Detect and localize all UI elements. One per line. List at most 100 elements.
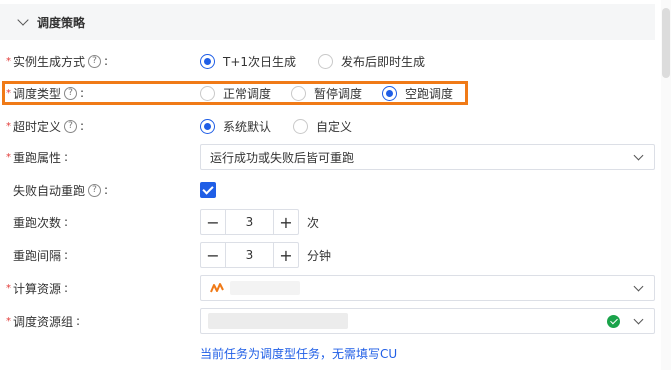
colon: : — [64, 215, 69, 229]
auto-rerun-label: 失败自动重跑 ? : — [6, 182, 108, 199]
required-mark: * — [6, 87, 11, 99]
help-icon[interactable]: ? — [64, 86, 78, 100]
cu-note: 当前任务为调度型任务，无需填写CU — [200, 347, 398, 361]
plus-button[interactable]: + — [274, 243, 298, 267]
auto-rerun-control — [200, 182, 216, 198]
colon: : — [64, 150, 69, 164]
colon: : — [64, 248, 69, 262]
radio-system-default[interactable]: 系统默认 — [200, 118, 271, 135]
resource-group-label: * 调度资源组 : — [6, 313, 80, 330]
unit-label: 分钟 — [307, 248, 332, 263]
section-header[interactable]: 调度策略 — [0, 4, 655, 40]
compute-row: * 计算资源 : — [0, 275, 655, 301]
required-mark: * — [6, 315, 11, 327]
minus-button[interactable]: − — [201, 210, 225, 234]
plus-button[interactable]: + — [274, 210, 298, 234]
chevron-down-icon[interactable] — [17, 14, 29, 26]
radio-checked-icon[interactable] — [200, 53, 215, 69]
select-value: 运行成功或失败后皆可重跑 — [210, 150, 355, 165]
scrollbar[interactable] — [661, 0, 671, 370]
rerun-count-control: − 3 + 次 — [200, 209, 319, 235]
rerun-interval-row: 重跑间隔 : − 3 + 分钟 — [0, 242, 655, 268]
timeout-radio-group: 系统默认 自定义 — [200, 118, 374, 135]
radio-unchecked-icon[interactable] — [200, 85, 215, 101]
rerun-interval-stepper: − 3 + — [200, 242, 299, 268]
radio-label: 暂停调度 — [314, 86, 363, 101]
compute-select[interactable] — [200, 275, 655, 301]
field-label: 调度类型 — [13, 86, 62, 101]
colon: : — [104, 54, 109, 68]
compute-label: * 计算资源 : — [6, 280, 68, 297]
instance-gen-label: * 实例生成方式 ? : — [6, 53, 108, 70]
rerun-interval-input[interactable]: 3 — [225, 243, 274, 267]
field-label: 实例生成方式 — [13, 54, 86, 69]
radio-label: 自定义 — [316, 119, 353, 134]
required-mark: * — [6, 151, 11, 163]
radio-unchecked-icon[interactable] — [291, 85, 307, 101]
rerun-interval-label: 重跑间隔 : — [6, 247, 68, 264]
rerun-label: * 重跑属性 : — [6, 149, 68, 166]
rerun-count-stepper: − 3 + — [200, 209, 299, 235]
rerun-row: * 重跑属性 : 运行成功或失败后皆可重跑 — [0, 144, 655, 170]
scrollbar-thumb[interactable] — [662, 8, 670, 78]
radio-immediate-after-publish[interactable]: 发布后即时生成 — [318, 53, 425, 70]
redacted-value — [230, 281, 300, 295]
radio-pause-schedule[interactable]: 暂停调度 — [291, 85, 362, 102]
radio-custom[interactable]: 自定义 — [293, 118, 352, 135]
instance-gen-radio-group: T+1次日生成 发布后即时生成 — [200, 53, 447, 70]
chevron-down-icon[interactable] — [633, 150, 644, 161]
schedule-type-label: * 调度类型 ? : — [6, 85, 84, 102]
auto-rerun-row: 失败自动重跑 ? : — [0, 178, 655, 202]
required-mark: * — [6, 282, 11, 294]
colon: : — [64, 281, 69, 295]
radio-checked-icon[interactable] — [382, 85, 398, 101]
required-mark: * — [6, 120, 11, 132]
radio-label: 空跑调度 — [405, 86, 454, 101]
chevron-down-icon[interactable] — [633, 314, 644, 325]
resource-group-select[interactable] — [200, 308, 655, 334]
auto-rerun-checkbox[interactable] — [200, 182, 216, 198]
radio-normal-schedule[interactable]: 正常调度 — [200, 85, 271, 102]
chevron-down-icon[interactable] — [633, 281, 644, 292]
radio-label: 发布后即时生成 — [341, 54, 426, 69]
radio-unchecked-icon[interactable] — [293, 118, 309, 134]
field-label: 计算资源 — [13, 281, 62, 296]
radio-label: 正常调度 — [223, 86, 272, 101]
field-label: 重跑次数 — [13, 215, 62, 230]
field-label: 失败自动重跑 — [13, 183, 86, 198]
colon: : — [104, 183, 109, 197]
radio-label: T+1次日生成 — [223, 54, 297, 69]
radio-unchecked-icon[interactable] — [318, 53, 334, 69]
rerun-count-input[interactable]: 3 — [225, 210, 274, 234]
help-icon[interactable]: ? — [88, 54, 102, 68]
field-label: 调度资源组 — [13, 314, 74, 329]
required-mark: * — [6, 55, 11, 67]
timeout-row: * 超时定义 ? : 系统默认 自定义 — [0, 114, 655, 138]
field-label: 重跑属性 — [13, 150, 62, 165]
resource-group-row: * 调度资源组 : — [0, 308, 655, 334]
rerun-count-row: 重跑次数 : − 3 + 次 — [0, 209, 655, 235]
instance-gen-row: * 实例生成方式 ? : T+1次日生成 发布后即时生成 — [0, 49, 655, 73]
field-label: 重跑间隔 — [13, 248, 62, 263]
colon: : — [80, 86, 85, 100]
redacted-value — [208, 313, 348, 329]
rerun-count-label: 重跑次数 : — [6, 214, 68, 231]
help-icon[interactable]: ? — [64, 119, 78, 133]
rerun-interval-control: − 3 + 分钟 — [200, 242, 331, 268]
compute-engine-icon — [210, 283, 224, 293]
schedule-type-radio-group: 正常调度 暂停调度 空跑调度 — [200, 85, 475, 102]
radio-checked-icon[interactable] — [200, 118, 215, 134]
radio-dry-run-schedule[interactable]: 空跑调度 — [382, 85, 453, 102]
field-label: 超时定义 — [13, 119, 62, 134]
colon: : — [80, 119, 85, 133]
minus-button[interactable]: − — [201, 243, 225, 267]
radio-label: 系统默认 — [223, 119, 272, 134]
colon: : — [76, 314, 81, 328]
radio-t1-next-day[interactable]: T+1次日生成 — [200, 53, 296, 70]
rerun-select[interactable]: 运行成功或失败后皆可重跑 — [200, 144, 655, 170]
section-title: 调度策略 — [37, 15, 86, 30]
help-icon[interactable]: ? — [88, 183, 102, 197]
timeout-label: * 超时定义 ? : — [6, 118, 84, 135]
success-check-icon — [607, 315, 620, 328]
unit-label: 次 — [307, 215, 320, 230]
